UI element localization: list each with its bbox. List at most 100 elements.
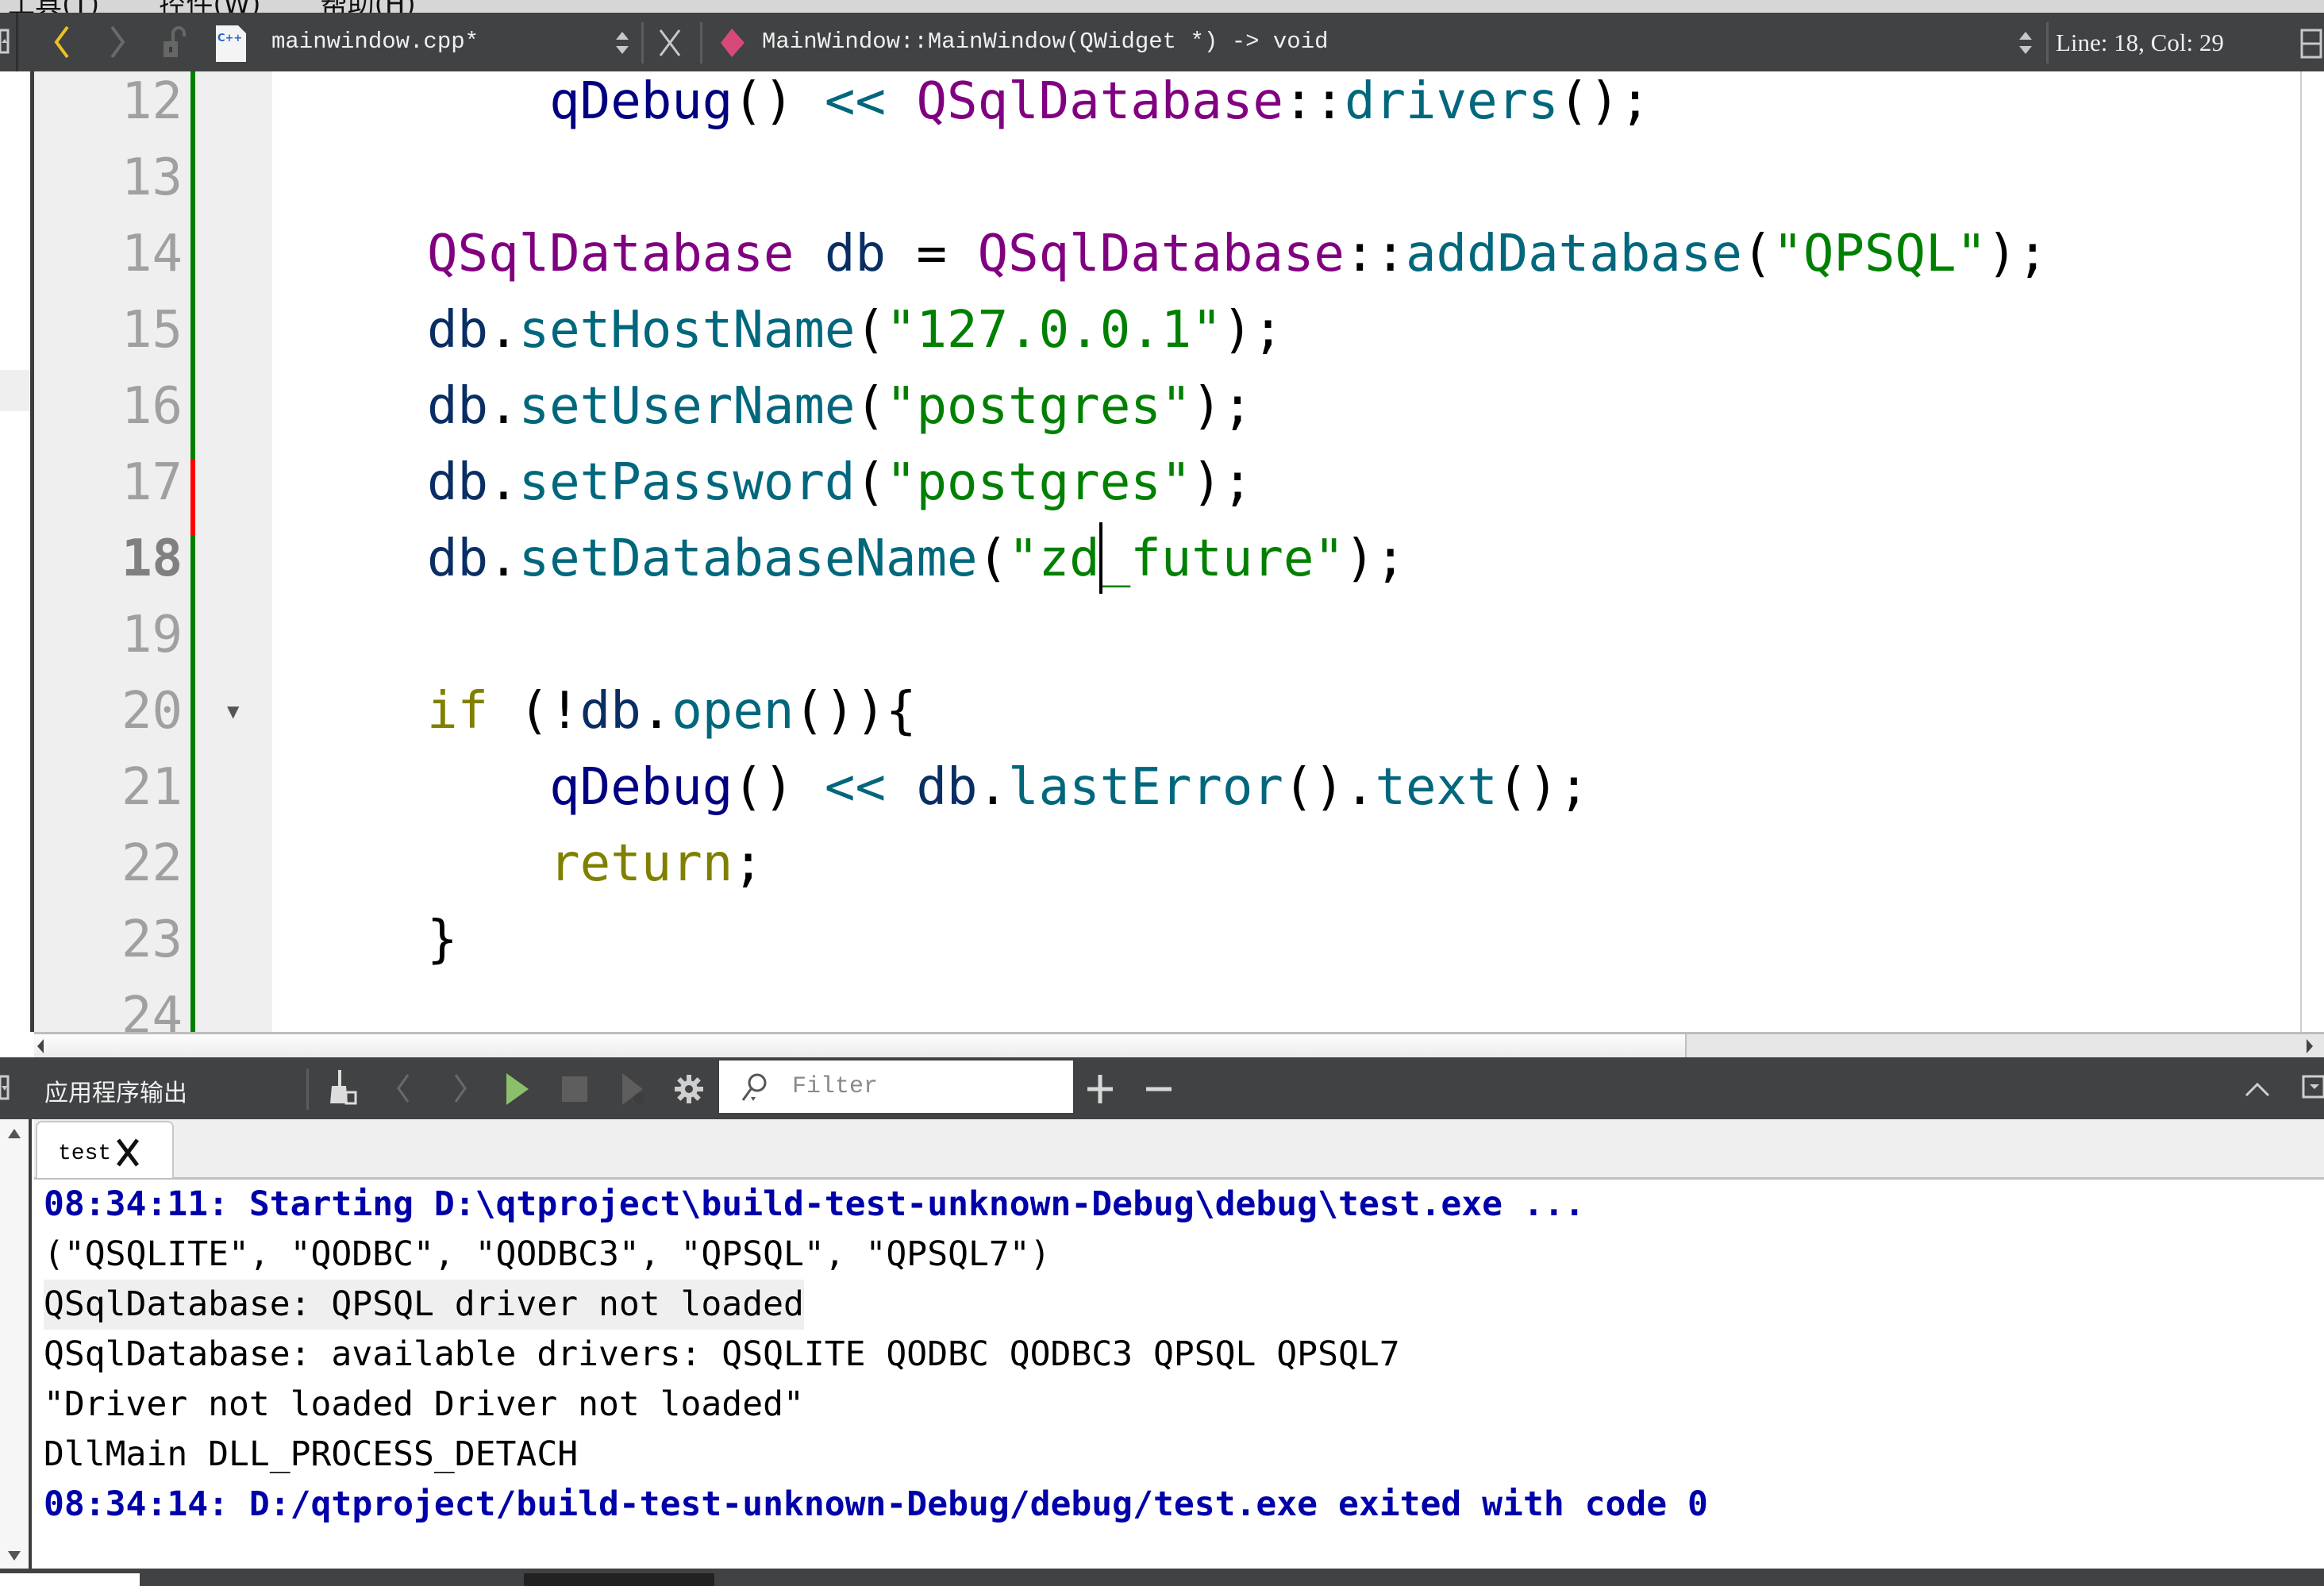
run-icon[interactable] [503, 1072, 532, 1107]
code-token: :: [1344, 225, 1406, 283]
code-token: ); [1222, 301, 1283, 360]
output-toolbar: 应用程序输出 Filter [0, 1057, 2324, 1119]
fold-toggle-icon[interactable]: ▼ [227, 702, 239, 721]
output-line: 08:34:11: Starting D:\qtproject\build-te… [44, 1184, 1585, 1224]
zoom-in-plus-icon[interactable] [1084, 1072, 1116, 1107]
split-view-icon[interactable] [2300, 27, 2324, 60]
output-line: QSqlDatabase: available drivers: QSQLITE… [44, 1334, 1400, 1374]
editor-horizontal-scrollbar[interactable] [34, 1032, 2324, 1057]
code-token: (); [1497, 758, 1590, 817]
line-number: 12 [121, 72, 183, 131]
code-token: ; [733, 834, 764, 893]
output-vertical-scrollbar[interactable] [0, 1119, 32, 1569]
application-output[interactable]: 08:34:11: Starting D:\qtproject\build-te… [34, 1180, 2324, 1569]
svg-text:C++: C++ [217, 33, 242, 44]
filter-placeholder: Filter [792, 1073, 879, 1100]
code-token: db [916, 758, 978, 817]
scroll-left-icon[interactable] [37, 1039, 44, 1053]
toggle-sidebar-icon[interactable] [0, 29, 10, 56]
code-token: setUserName [518, 377, 856, 436]
scroll-up-icon[interactable] [6, 1126, 22, 1141]
code-token: drivers [1344, 72, 1559, 131]
code-line: qDebug() << db.lastError().text(); [427, 749, 1589, 826]
code-token: ); [1191, 453, 1253, 512]
text-cursor [1099, 522, 1102, 594]
code-token: . [488, 377, 519, 436]
output-line: QSqlDatabase: QPSQL driver not loaded [44, 1280, 804, 1330]
maximize-panel-chevron-up-icon[interactable] [2243, 1075, 2272, 1103]
code-token: db [427, 453, 489, 512]
code-token: () [733, 72, 795, 131]
code-token: << [824, 72, 886, 131]
code-token: . [977, 758, 1009, 817]
stop-icon[interactable] [560, 1075, 589, 1103]
code-token: << [824, 758, 886, 817]
attach-debugger-icon[interactable] [619, 1070, 651, 1108]
editor-vertical-scrollbar[interactable] [2300, 71, 2324, 1032]
previous-item-icon[interactable] [392, 1070, 416, 1107]
scrollbar-thumb[interactable] [34, 1034, 1687, 1057]
change-marker-modified [190, 459, 195, 535]
code-token: (); [1558, 72, 1651, 131]
cursor-position[interactable]: Line: 18, Col: 29 [2056, 29, 2224, 57]
code-token: QSqlDatabase [427, 225, 795, 283]
code-token: addDatabase [1406, 225, 1742, 283]
code-token: qDebug [549, 72, 733, 131]
code-editor[interactable]: 12 qDebug() << QSqlDatabase::drivers(); 1… [0, 71, 2324, 1032]
menu-widgets[interactable]: 控件(W) [159, 0, 260, 13]
toggle-output-panel-icon[interactable] [0, 1075, 10, 1102]
change-marker-bar [190, 71, 195, 1032]
settings-gear-icon[interactable] [673, 1072, 705, 1107]
code-token: (! [488, 682, 580, 741]
code-token: ( [855, 453, 886, 512]
code-token: db [427, 529, 489, 588]
code-token: ( [977, 529, 1009, 588]
scroll-down-icon[interactable] [6, 1548, 22, 1564]
tab-test[interactable]: test [36, 1121, 174, 1178]
code-token: :: [1283, 72, 1345, 131]
code-line: db.setDatabaseName("zd_future"); [427, 521, 1406, 597]
code-token: if [427, 682, 489, 741]
code-token: . [488, 301, 519, 360]
code-token: open [671, 682, 795, 741]
close-file-icon[interactable] [656, 27, 684, 59]
scroll-right-icon[interactable] [2307, 1039, 2313, 1053]
line-number: 23 [121, 910, 183, 969]
file-switch-updown-icon[interactable] [613, 27, 632, 59]
file-name-combo[interactable]: mainwindow.cpp* [271, 29, 479, 55]
line-number: 18 [121, 529, 183, 588]
code-line: if (!db.open()){ [427, 673, 917, 749]
line-number: 17 [121, 453, 183, 512]
code-line: db.setPassword("postgres"); [427, 445, 1252, 521]
next-item-icon[interactable] [448, 1070, 471, 1107]
unlock-icon[interactable] [162, 25, 189, 60]
panel-menu-icon[interactable] [2302, 1072, 2324, 1107]
code-token: "QPSQL" [1772, 225, 1987, 283]
code-token: ()){ [794, 682, 917, 741]
code-token: ); [1344, 529, 1406, 588]
code-line: } [427, 902, 458, 978]
editor-toolbar: C++ mainwindow.cpp* MainWindow::MainWind… [0, 13, 2324, 71]
search-icon [741, 1073, 767, 1101]
output-line: "Driver not loaded Driver not loaded" [44, 1384, 804, 1424]
menu-help[interactable]: 帮助(H) [321, 0, 416, 13]
output-line: ("QSQLITE", "QODBC", "QODBC3", "QPSQL", … [44, 1234, 1051, 1274]
symbol-switch-updown-icon[interactable] [2016, 27, 2035, 59]
code-token: db [427, 377, 489, 436]
clear-output-icon[interactable] [327, 1068, 359, 1108]
back-arrow-icon[interactable] [46, 24, 78, 60]
zoom-out-minus-icon[interactable] [1143, 1072, 1175, 1107]
code-token: setHostName [518, 301, 856, 360]
code-token: setDatabaseName [518, 529, 978, 588]
code-token: = [885, 225, 978, 283]
code-token: ( [855, 301, 886, 360]
menu-tools[interactable]: 工具(T) [8, 0, 99, 13]
forward-arrow-icon[interactable] [102, 24, 133, 60]
close-tab-icon[interactable] [114, 1137, 142, 1168]
code-line: return; [427, 826, 764, 902]
symbol-combo[interactable]: MainWindow::MainWindow(QWidget *) -> voi… [762, 29, 1329, 55]
line-number: 22 [121, 834, 183, 893]
code-token: ( [1741, 225, 1773, 283]
output-filter-input[interactable]: Filter [719, 1061, 1073, 1113]
